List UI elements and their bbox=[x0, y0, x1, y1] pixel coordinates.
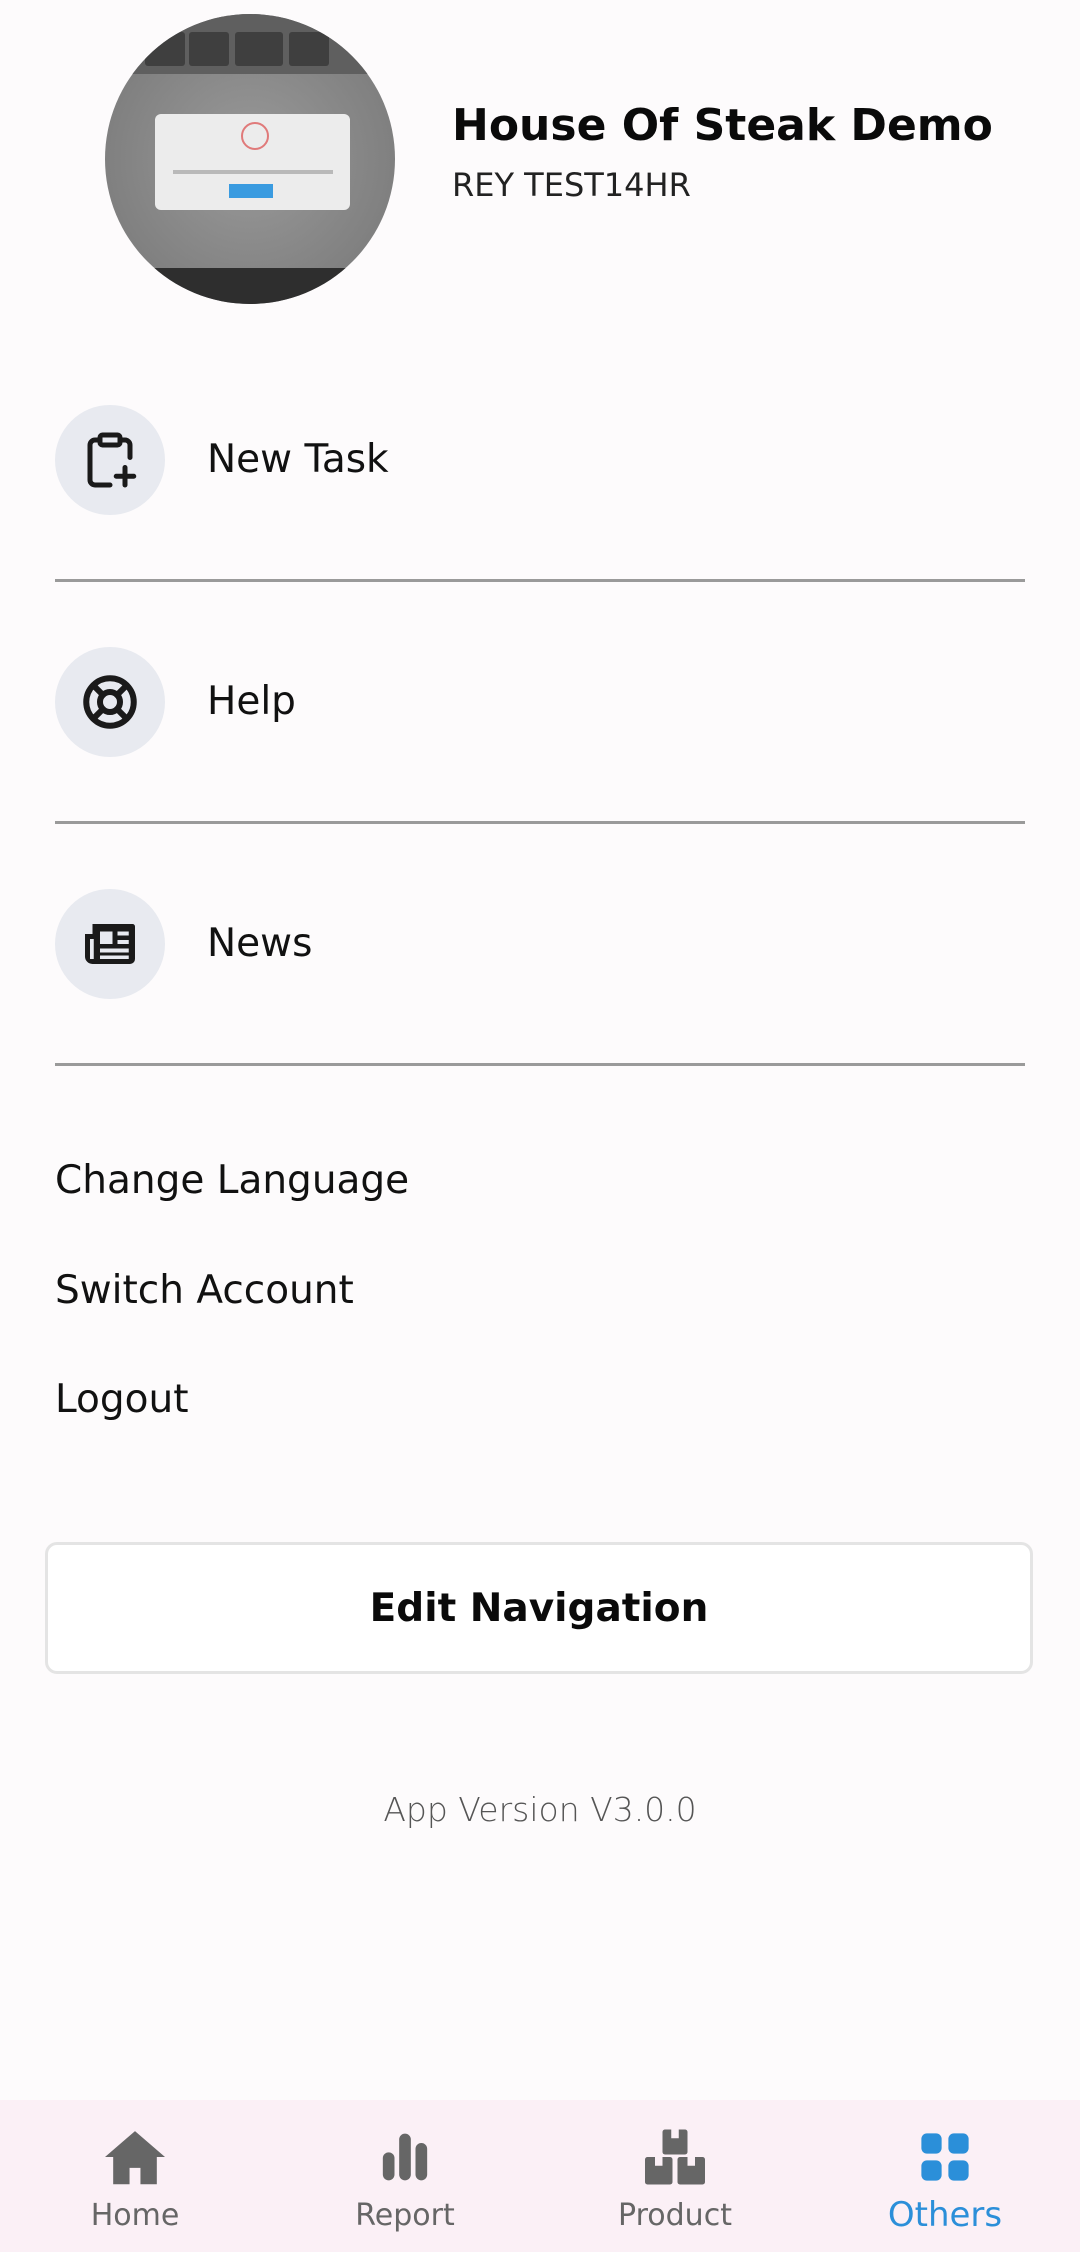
home-icon bbox=[0, 2124, 270, 2190]
switch-account-link[interactable]: Switch Account bbox=[55, 1268, 354, 1313]
nav-item-product[interactable]: Product bbox=[540, 2100, 810, 2252]
newspaper-icon bbox=[55, 889, 165, 999]
boxes-icon bbox=[540, 2124, 810, 2190]
profile-header: House Of Steak Demo REY TEST14HR bbox=[0, 0, 1080, 320]
menu-item-label: Help bbox=[207, 679, 296, 724]
lifebuoy-icon bbox=[55, 647, 165, 757]
menu-item-help[interactable]: Help bbox=[55, 647, 1025, 889]
nav-label: Report bbox=[355, 2198, 455, 2233]
store-name: House Of Steak Demo bbox=[452, 100, 993, 151]
bottom-navigation: Home Report Product Others bbox=[0, 2100, 1080, 2252]
profile-avatar[interactable] bbox=[105, 14, 395, 304]
divider bbox=[55, 1063, 1025, 1066]
nav-label: Others bbox=[887, 2195, 1003, 2235]
nav-item-others[interactable]: Others bbox=[810, 2100, 1080, 2252]
menu-item-label: New Task bbox=[207, 437, 389, 482]
divider bbox=[55, 821, 1025, 824]
menu-item-new-task[interactable]: New Task bbox=[55, 405, 1025, 647]
edit-navigation-button[interactable]: Edit Navigation bbox=[45, 1542, 1033, 1674]
clipboard-plus-icon bbox=[55, 405, 165, 515]
logout-link[interactable]: Logout bbox=[55, 1377, 189, 1422]
nav-item-report[interactable]: Report bbox=[270, 2100, 540, 2252]
nav-label: Product bbox=[618, 2198, 732, 2233]
nav-label: Home bbox=[90, 2198, 180, 2233]
change-language-link[interactable]: Change Language bbox=[55, 1158, 409, 1203]
user-name: REY TEST14HR bbox=[452, 166, 691, 204]
others-screen: House Of Steak Demo REY TEST14HR New Tas… bbox=[0, 0, 1080, 2252]
menu-item-news[interactable]: News bbox=[55, 889, 1025, 1131]
divider bbox=[55, 579, 1025, 582]
menu-item-label: News bbox=[207, 921, 313, 966]
app-version: App Version V3.0.0 bbox=[383, 1790, 697, 1829]
nav-item-home[interactable]: Home bbox=[0, 2100, 270, 2252]
bar-chart-icon bbox=[270, 2124, 540, 2190]
grid-icon bbox=[810, 2124, 1080, 2190]
